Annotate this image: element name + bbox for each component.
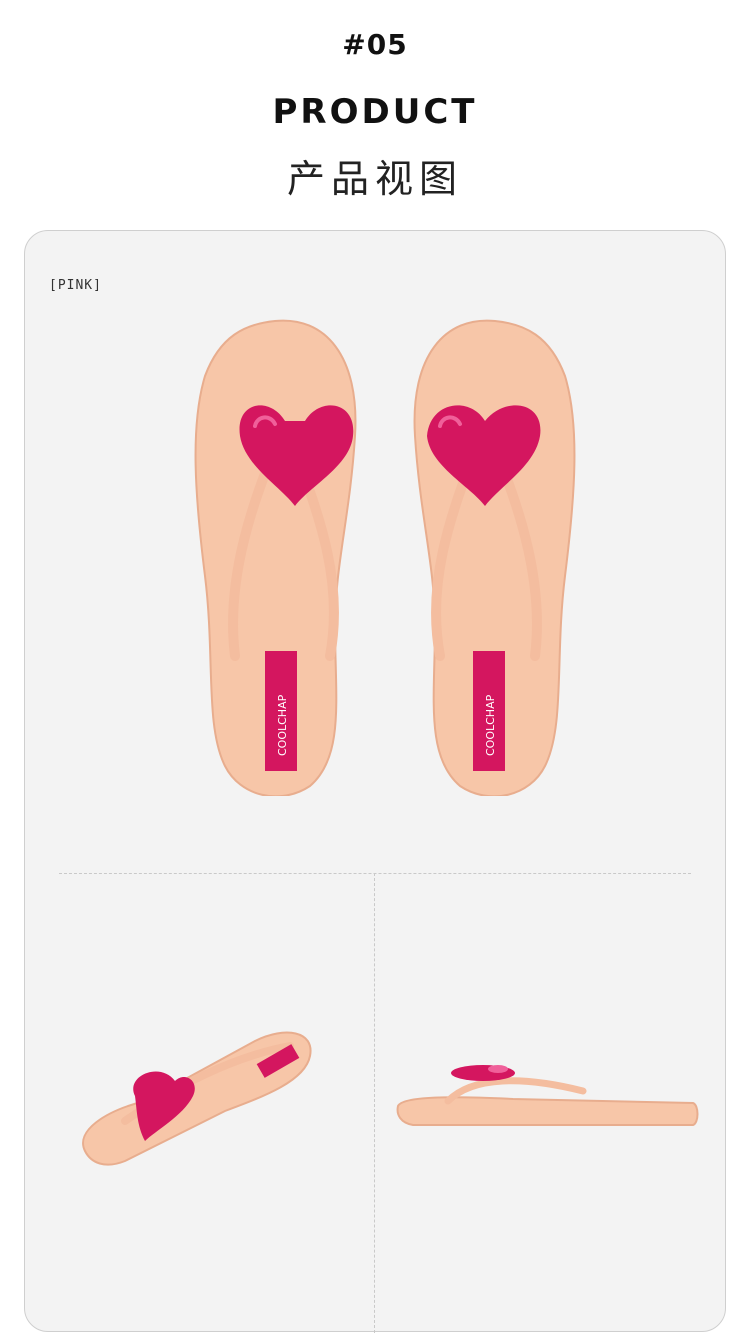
product-angle-view-image <box>82 1031 312 1166</box>
horizontal-divider <box>59 873 691 874</box>
right-brand-label: COOLCHAP <box>484 694 497 756</box>
left-brand-label: COOLCHAP <box>276 694 289 756</box>
product-panel: [PINK] COOLCHAP COOLCHAP <box>24 230 726 1333</box>
product-top-view-image: COOLCHAP COOLCHAP <box>194 319 576 796</box>
section-title-en: PRODUCT <box>272 92 478 132</box>
vertical-divider <box>374 873 375 1333</box>
color-tag: [PINK] <box>49 278 102 293</box>
section-number: #05 <box>342 28 408 61</box>
section-title-cn: 产品视图 <box>286 157 463 201</box>
product-side-view-image <box>396 1065 699 1126</box>
